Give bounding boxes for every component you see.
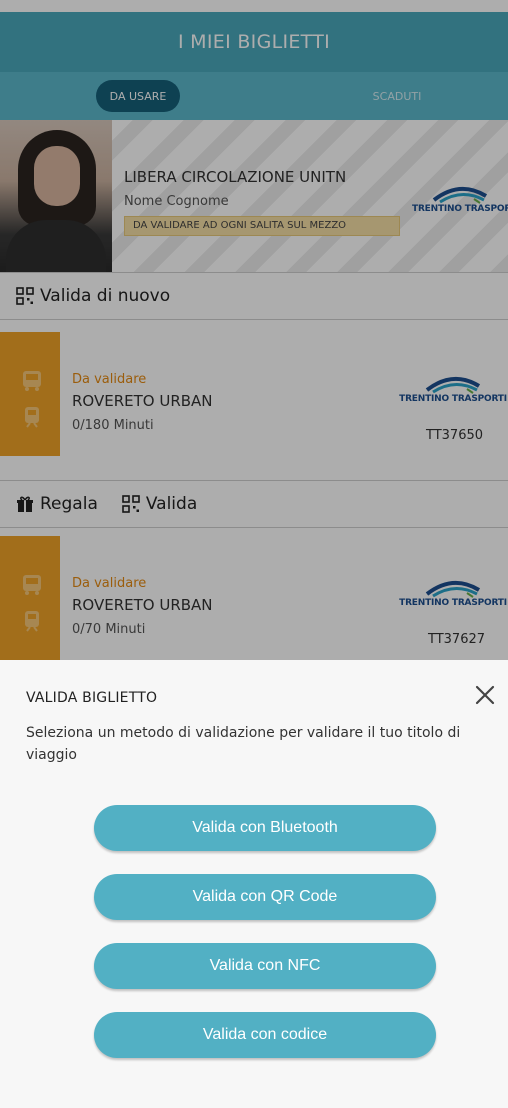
validation-sheet: VALIDA BIGLIETTO Seleziona un metodo di … xyxy=(0,660,508,1108)
sheet-title: VALIDA BIGLIETTO xyxy=(26,690,158,706)
close-icon[interactable] xyxy=(470,680,500,710)
validate-bluetooth-button[interactable]: Valida con Bluetooth xyxy=(94,805,436,851)
sheet-description: Seleziona un metodo di validazione per v… xyxy=(26,725,461,763)
validate-qr-code-button[interactable]: Valida con QR Code xyxy=(94,874,436,920)
app-background: I MIEI BIGLIETTI DA USARE SCADUTI LIBERA… xyxy=(0,0,508,660)
validate-nfc-button[interactable]: Valida con NFC xyxy=(94,943,436,989)
modal-overlay[interactable] xyxy=(0,0,508,660)
validate-code-button[interactable]: Valida con codice xyxy=(94,1012,436,1058)
